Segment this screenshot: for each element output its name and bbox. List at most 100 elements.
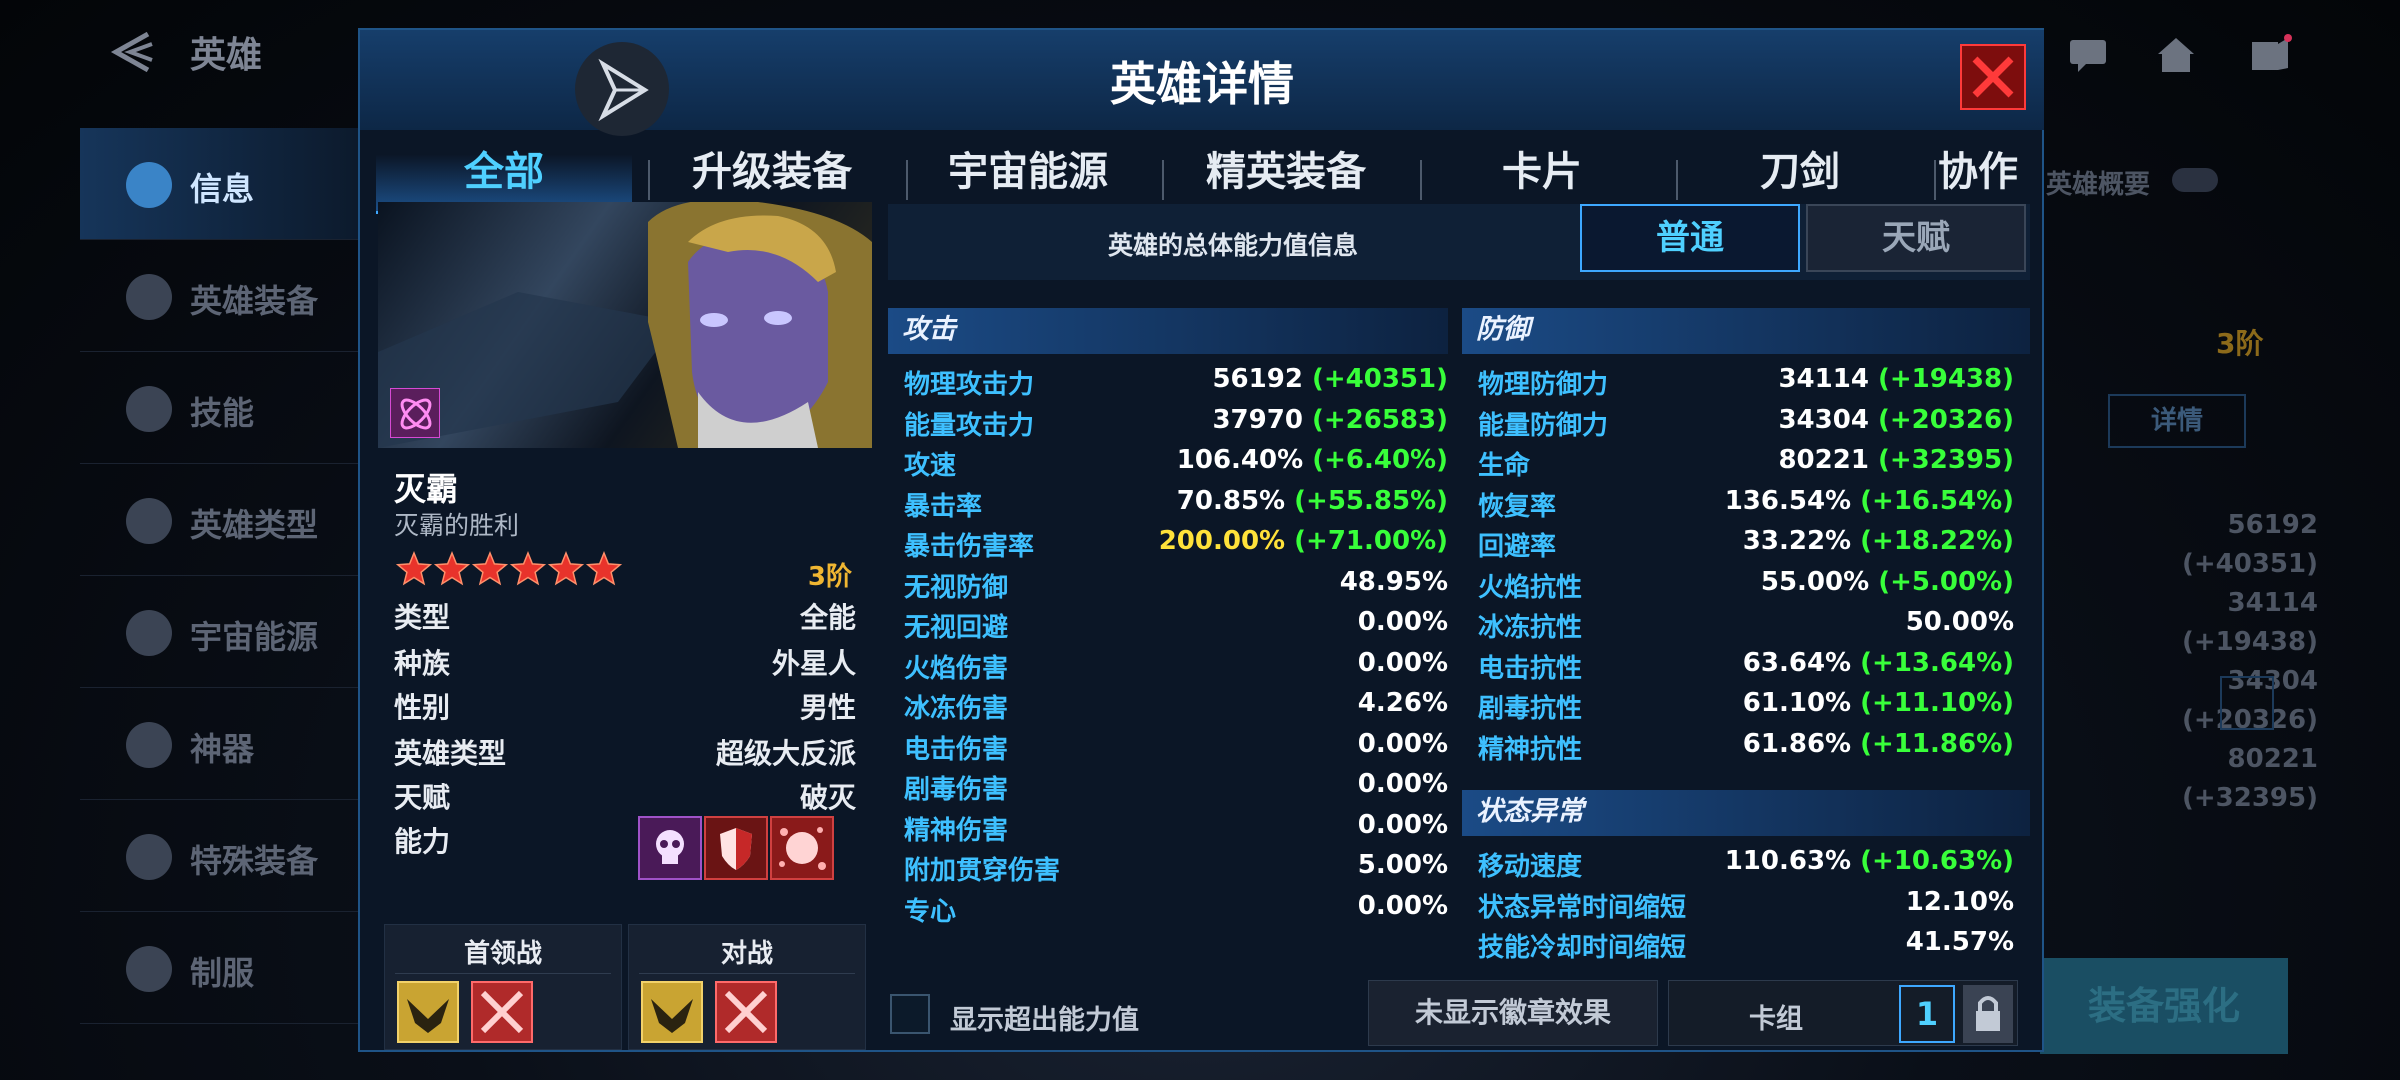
tab-separator <box>1934 160 1936 200</box>
bg-stat-value: 34304 (+20326) <box>2181 666 2318 735</box>
stat-value: 0.00% <box>1357 809 1448 840</box>
skull-icon[interactable] <box>638 816 702 880</box>
cosmic-icon <box>126 610 172 656</box>
stat-name: 剧毒伤害 <box>904 775 1009 805</box>
background-title: 英雄 <box>190 35 263 76</box>
modal-header: 英雄详情 <box>360 30 2044 136</box>
chat-icon[interactable] <box>2066 34 2110 74</box>
nav-item-hero-type[interactable]: 英雄类型 <box>80 464 360 576</box>
normal-button[interactable]: 普通 <box>1580 204 1800 272</box>
stat-value-group: 0.00% <box>1358 891 1448 921</box>
tab-cooperation[interactable]: 协作 <box>1938 130 2028 214</box>
stats-header-title: 英雄的总体能力值信息 <box>1107 231 1358 260</box>
attack-stat-row: 暴击伤害率 200.00% (+71.00%) <box>888 526 1448 566</box>
show-excess-label: 显示超出能力值 <box>950 1005 1139 1036</box>
stat-bonus: (+20326) <box>1877 404 2014 435</box>
crossed-swords-icon <box>715 981 777 1043</box>
stat-name: 无视防御 <box>904 572 1009 603</box>
nav-item-hero-gear[interactable]: 英雄装备 <box>80 240 360 352</box>
fist-icon <box>126 386 172 432</box>
pvp-battle-box: 对战 <box>628 924 866 1050</box>
fist-icon[interactable] <box>770 816 834 880</box>
info-row-talent: 天赋 破灭 <box>394 781 856 814</box>
stat-bonus: (+19438) <box>1877 364 2014 394</box>
attack-stat-row: 电击伤害 0.00% <box>888 729 1448 769</box>
stat-value-group: 56192 (+40351) <box>1212 364 1448 394</box>
deck-number-button[interactable]: 1 <box>1899 985 1955 1043</box>
stat-bonus: (+11.10%) <box>1860 688 2014 718</box>
stat-value: 200.00% <box>1158 526 1286 556</box>
defense-stat-row: 能量防御力 34304 (+20326) <box>1462 405 2014 445</box>
eagle-badge-icon <box>397 981 459 1043</box>
star-icon <box>585 550 623 586</box>
hero-card: 灭霸 灭霸的胜利 3阶 类型 全能 种族 外星人 性别 男性 英雄类型 超级大反派 天赋… <box>378 202 872 1050</box>
badge-effect-button[interactable]: 未显示徽章效果 <box>1368 980 1658 1046</box>
stat-value-group: 61.86% (+11.86%) <box>1743 729 2014 759</box>
stat-name: 精神抗性 <box>1478 734 1583 765</box>
stat-name: 电击抗性 <box>1478 653 1583 684</box>
tab-cards[interactable]: 卡片 <box>1422 130 1662 214</box>
tab-separator <box>1676 160 1678 200</box>
stat-name: 物理攻击力 <box>904 370 1035 400</box>
deck-selector: 卡组 1 <box>1668 980 2018 1046</box>
stat-bonus: (+11.86%) <box>1860 728 2014 759</box>
nav-item-skills[interactable]: 技能 <box>80 352 360 464</box>
defense-stat-row: 精神抗性 61.86% (+11.86%) <box>1462 729 2014 769</box>
stat-value-group: 55.00% (+5.00%) <box>1761 567 2014 597</box>
stat-value: 106.40% <box>1176 445 1304 475</box>
stat-value: 33.22% <box>1742 526 1852 556</box>
hero-portrait <box>378 202 872 448</box>
stat-value-group: 136.54% (+16.54%) <box>1725 486 2014 516</box>
tab-swords[interactable]: 刀剑 <box>1680 130 1920 214</box>
stat-value-group: 33.22% (+18.22%) <box>1743 526 2014 556</box>
stat-name: 冰冻抗性 <box>1478 613 1583 643</box>
deck-label: 卡组 <box>1749 1004 1803 1035</box>
boss-battle-box: 首领战 <box>384 924 622 1050</box>
nav-item-cosmic[interactable]: 宇宙能源 <box>80 576 360 688</box>
nav-item-artifact[interactable]: 神器 <box>80 688 360 800</box>
stat-bonus: (+40351) <box>1311 364 1448 394</box>
stat-name: 能量攻击力 <box>904 410 1035 441</box>
stat-name: 回避率 <box>1478 532 1557 562</box>
attack-stat-row: 无视防御 48.95% <box>888 567 1448 607</box>
close-icon <box>1972 56 2014 98</box>
hero-rank: 3阶 <box>807 562 852 592</box>
talent-button[interactable]: 天赋 <box>1806 204 2026 272</box>
stat-value-group: 61.10% (+11.10%) <box>1743 688 2014 718</box>
hexagon-icon <box>126 722 172 768</box>
info-row-hero-type: 英雄类型 超级大反派 <box>394 737 856 770</box>
stat-name: 电击伤害 <box>904 734 1009 765</box>
attack-stat-row: 专心 0.00% <box>888 891 1448 931</box>
quest-log-icon[interactable] <box>2248 34 2292 74</box>
nav-item-info[interactable]: 信息 <box>80 128 360 240</box>
stat-name: 攻速 <box>904 451 957 481</box>
stat-name: 火焰伤害 <box>904 653 1009 684</box>
stat-value: 5.00% <box>1357 850 1448 880</box>
stat-name: 附加贯穿伤害 <box>904 856 1061 886</box>
defense-stat-row: 剧毒抗性 61.10% (+11.10%) <box>1462 688 2014 728</box>
stat-value: 63.64% <box>1742 647 1852 678</box>
lock-icon[interactable] <box>1963 985 2013 1043</box>
close-button[interactable] <box>1960 44 2026 110</box>
attack-stat-row: 暴击率 70.85% (+55.85%) <box>888 486 1448 526</box>
bg-enhance-button[interactable]: 装备强化 <box>2040 958 2288 1054</box>
magnify-icon[interactable] <box>2220 676 2274 730</box>
nav-item-uniform[interactable]: 制服 <box>80 912 360 1024</box>
status-section-title: 状态异常 <box>1462 790 2030 836</box>
stat-value-group: 0.00% <box>1358 607 1448 637</box>
hero-subtitle: 灭霸的胜利 <box>394 511 520 540</box>
tab-elite-gear[interactable]: 精英装备 <box>1166 130 1406 214</box>
tab-cosmic[interactable]: 宇宙能源 <box>908 130 1148 214</box>
bg-stat-value: 80221 (+32395) <box>2181 744 2318 813</box>
defense-stat-row: 电击抗性 63.64% (+13.64%) <box>1462 648 2014 688</box>
stat-value-group: 106.40% (+6.40%) <box>1177 445 1448 475</box>
bg-detail-button[interactable]: 详情 <box>2108 394 2246 448</box>
stat-value: 41.57% <box>1905 927 2014 957</box>
stat-value-group: 48.95% <box>1340 567 1448 597</box>
back-arrow-icon[interactable] <box>108 30 156 74</box>
home-icon[interactable] <box>2154 34 2198 74</box>
nav-item-special-gear[interactable]: 特殊装备 <box>80 800 360 912</box>
shield-icon[interactable] <box>704 816 768 880</box>
show-excess-checkbox[interactable] <box>890 994 930 1034</box>
overview-toggle[interactable] <box>2172 168 2218 192</box>
